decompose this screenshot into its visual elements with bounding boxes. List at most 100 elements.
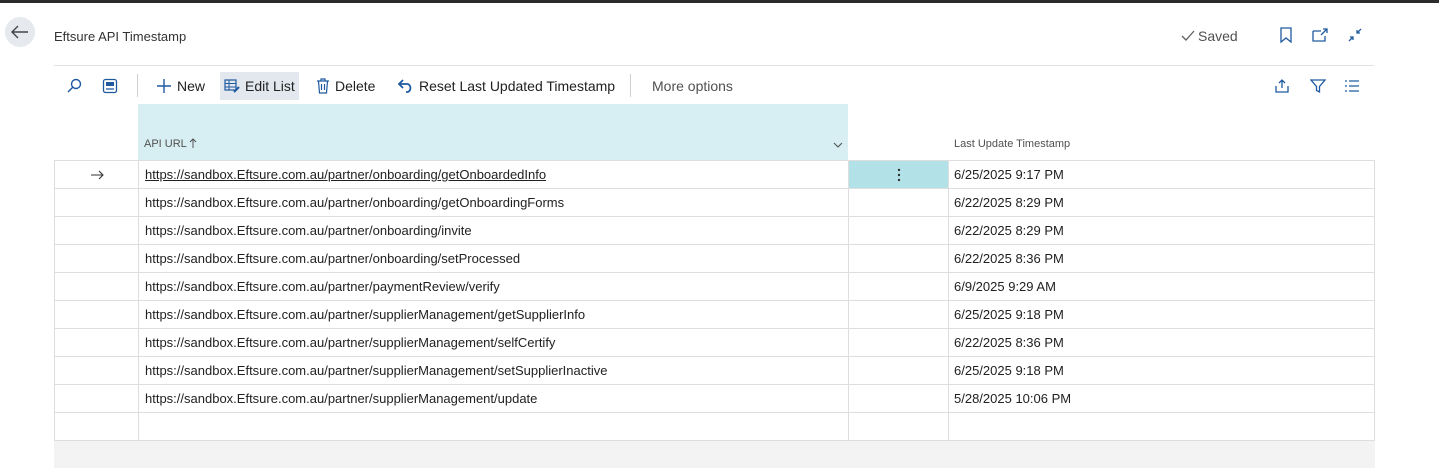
undo-icon	[398, 79, 412, 93]
more-options-button[interactable]: More options	[648, 72, 737, 100]
saved-status: Saved	[1181, 28, 1238, 44]
arrow-left-icon	[11, 25, 28, 39]
row-selector[interactable]	[55, 189, 139, 216]
api-url-text: https://sandbox.Eftsure.com.au/partner/s…	[145, 363, 608, 378]
column-header-last-update-timestamp[interactable]: Last Update Timestamp	[954, 138, 1070, 150]
timestamp-cell[interactable]: 6/22/2025 8:36 PM	[949, 245, 1374, 272]
api-url-cell[interactable]: https://sandbox.Eftsure.com.au/partner/p…	[139, 273, 849, 300]
bookmark-button[interactable]	[1276, 25, 1296, 45]
table-row[interactable]: https://sandbox.Eftsure.com.au/partner/o…	[54, 245, 1375, 273]
share-icon	[1275, 79, 1289, 93]
row-selector[interactable]	[55, 217, 139, 244]
table-row[interactable]: https://sandbox.Eftsure.com.au/partner/s…	[54, 329, 1375, 357]
filter-icon	[1310, 79, 1326, 94]
sort-ascending-icon	[190, 138, 197, 148]
table-row[interactable]: https://sandbox.Eftsure.com.au/partner/s…	[54, 385, 1375, 413]
share-button[interactable]	[1270, 72, 1294, 100]
timestamp-cell[interactable]: 6/25/2025 9:18 PM	[949, 357, 1374, 384]
trash-icon	[317, 78, 329, 94]
table-row[interactable]: https://sandbox.Eftsure.com.au/partner/s…	[54, 357, 1375, 385]
api-url-cell[interactable]: https://sandbox.Eftsure.com.au/partner/o…	[139, 161, 849, 188]
row-actions-cell	[849, 413, 949, 440]
layout-button[interactable]	[98, 72, 122, 100]
api-url-text: https://sandbox.Eftsure.com.au/partner/o…	[145, 251, 521, 266]
row-actions-cell	[849, 189, 949, 216]
data-grid: https://sandbox.Eftsure.com.au/partner/o…	[54, 160, 1375, 441]
back-button[interactable]	[5, 17, 35, 47]
table-row[interactable]: https://sandbox.Eftsure.com.au/partner/s…	[54, 301, 1375, 329]
row-actions-cell	[849, 329, 949, 356]
search-button[interactable]	[62, 72, 86, 100]
column-header-label: API URL	[144, 138, 197, 150]
api-url-text: https://sandbox.Eftsure.com.au/partner/s…	[145, 307, 586, 322]
timestamp-cell[interactable]	[949, 413, 1374, 440]
open-new-window-button[interactable]	[1310, 25, 1330, 45]
api-url-cell[interactable]: https://sandbox.Eftsure.com.au/partner/s…	[139, 329, 849, 356]
timestamp-cell[interactable]: 6/22/2025 8:29 PM	[949, 217, 1374, 244]
list-icon	[1345, 80, 1359, 92]
row-selector[interactable]	[55, 357, 139, 384]
timestamp-cell[interactable]: 6/22/2025 8:29 PM	[949, 189, 1374, 216]
filter-button[interactable]	[1306, 72, 1330, 100]
delete-button[interactable]: Delete	[312, 72, 379, 100]
delete-label: Delete	[335, 78, 376, 94]
api-url-cell[interactable]: https://sandbox.Eftsure.com.au/partner/s…	[139, 301, 849, 328]
api-url-text: https://sandbox.Eftsure.com.au/partner/p…	[145, 279, 500, 294]
api-url-cell[interactable]	[139, 413, 849, 440]
api-url-cell[interactable]: https://sandbox.Eftsure.com.au/partner/o…	[139, 217, 849, 244]
collapse-button[interactable]	[1345, 25, 1365, 45]
table-row[interactable]: https://sandbox.Eftsure.com.au/partner/p…	[54, 273, 1375, 301]
row-actions-cell	[849, 245, 949, 272]
row-actions-cell	[849, 301, 949, 328]
layout-icon	[102, 78, 118, 94]
table-row[interactable]: https://sandbox.Eftsure.com.au/partner/o…	[54, 189, 1375, 217]
api-url-text: https://sandbox.Eftsure.com.au/partner/o…	[145, 223, 472, 238]
row-actions-cell	[849, 357, 949, 384]
api-url-text: https://sandbox.Eftsure.com.au/partner/o…	[145, 195, 565, 210]
more-vertical-icon[interactable]	[897, 168, 901, 182]
api-url-cell[interactable]: https://sandbox.Eftsure.com.au/partner/s…	[139, 385, 849, 412]
plus-icon	[157, 79, 171, 93]
empty-new-row[interactable]	[54, 413, 1375, 441]
search-icon	[67, 78, 82, 93]
api-url-text: https://sandbox.Eftsure.com.au/partner/s…	[145, 391, 538, 406]
timestamp-cell[interactable]: 6/9/2025 9:29 AM	[949, 273, 1374, 300]
timestamp-cell[interactable]: 6/25/2025 9:18 PM	[949, 301, 1374, 328]
action-bar: New Edit List Delete Reset Last Updated …	[54, 65, 1374, 104]
chevron-down-icon[interactable]	[833, 142, 843, 148]
page-title: Eftsure API Timestamp	[54, 29, 187, 44]
row-selector[interactable]	[55, 161, 139, 188]
row-selector[interactable]	[55, 273, 139, 300]
column-header-api-url[interactable]: API URL	[138, 104, 848, 161]
edit-list-button[interactable]: Edit List	[220, 72, 299, 100]
action-separator	[137, 74, 138, 97]
timestamp-cell[interactable]: 6/25/2025 9:17 PM	[949, 161, 1374, 188]
arrow-right-icon	[90, 170, 104, 179]
row-actions-cell[interactable]	[849, 161, 949, 188]
timestamp-cell[interactable]: 6/22/2025 8:36 PM	[949, 329, 1374, 356]
table-row[interactable]: https://sandbox.Eftsure.com.au/partner/o…	[54, 217, 1375, 245]
open-in-new-window-icon	[1312, 28, 1328, 42]
edit-list-icon	[224, 79, 240, 93]
row-selector[interactable]	[55, 329, 139, 356]
row-selector[interactable]	[55, 413, 139, 440]
row-selector[interactable]	[55, 301, 139, 328]
row-selector[interactable]	[55, 245, 139, 272]
api-url-cell[interactable]: https://sandbox.Eftsure.com.au/partner/s…	[139, 357, 849, 384]
new-button[interactable]: New	[152, 72, 209, 100]
reset-timestamp-button[interactable]: Reset Last Updated Timestamp	[394, 72, 619, 100]
table-row[interactable]: https://sandbox.Eftsure.com.au/partner/o…	[54, 161, 1375, 189]
api-url-cell[interactable]: https://sandbox.Eftsure.com.au/partner/o…	[139, 189, 849, 216]
row-actions-cell	[849, 217, 949, 244]
edit-list-label: Edit List	[245, 78, 295, 94]
api-url-cell[interactable]: https://sandbox.Eftsure.com.au/partner/o…	[139, 245, 849, 272]
checkmark-icon	[1181, 30, 1195, 41]
reset-timestamp-label: Reset Last Updated Timestamp	[419, 78, 616, 94]
list-view-button[interactable]	[1340, 72, 1364, 100]
timestamp-cell[interactable]: 5/28/2025 10:06 PM	[949, 385, 1374, 412]
row-selector[interactable]	[55, 385, 139, 412]
bookmark-icon	[1280, 27, 1292, 43]
api-url-text: https://sandbox.Eftsure.com.au/partner/o…	[145, 167, 547, 182]
grid-footer	[54, 441, 1375, 468]
new-label: New	[177, 78, 206, 94]
